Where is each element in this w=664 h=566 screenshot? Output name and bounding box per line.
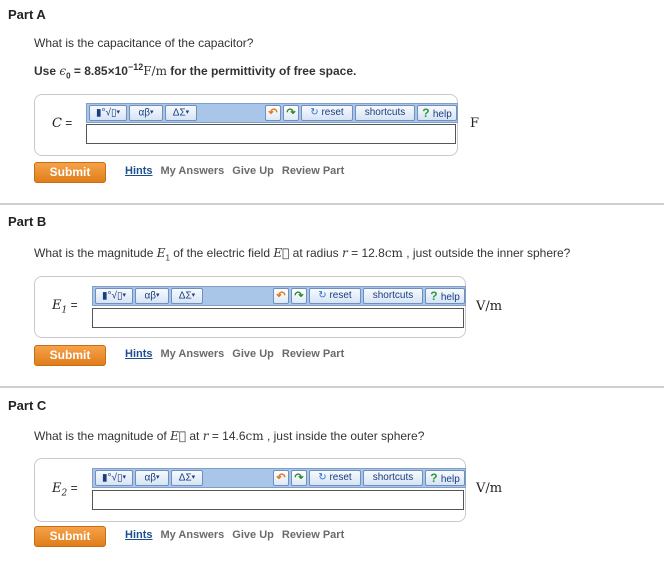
part-c-unit: V/m: [476, 481, 503, 496]
part-c-title: Part C: [8, 398, 47, 413]
part-a-question: What is the capacitance of the capacitor…: [34, 36, 254, 50]
part-c-question: What is the magnitude of E⃗ at r = 14.6c…: [34, 429, 425, 443]
part-b-submit-button[interactable]: Submit: [34, 345, 106, 366]
my-answers-link[interactable]: My Answers: [161, 165, 225, 177]
part-a-unit: F: [470, 116, 480, 131]
shortcuts-button[interactable]: shortcuts: [363, 288, 423, 304]
part-a-equation-toolbar: ▮°√▯▾ αβ▾ ΔΣ▾ ↶ ↷ ↻ reset shortcuts ? he…: [86, 103, 458, 123]
help-button[interactable]: ? help: [425, 288, 465, 304]
part-a-answer-input[interactable]: [86, 124, 456, 144]
templates-button[interactable]: ▮°√▯▾: [95, 470, 133, 486]
part-b-title: Part B: [8, 214, 47, 229]
greek-letters-button[interactable]: αβ▾: [129, 105, 163, 121]
give-up-link[interactable]: Give Up: [232, 348, 274, 360]
part-c-equation-toolbar: ▮°√▯▾ αβ▾ ΔΣ▾ ↶ ↷ ↻ reset shortcuts ? he…: [92, 468, 466, 488]
reset-button[interactable]: ↻ reset: [301, 105, 353, 121]
part-a-links: Hints My Answers Give Up Review Part: [125, 165, 352, 177]
help-icon: ?: [430, 471, 441, 485]
undo-icon[interactable]: ↶: [273, 288, 289, 304]
symbols-button[interactable]: ΔΣ▾: [171, 470, 203, 486]
part-a-title: Part A: [8, 7, 46, 22]
hints-link[interactable]: Hints: [125, 348, 153, 360]
part-a-note: Use ϵ0 = 8.85×10−12F/m for the permittiv…: [34, 62, 357, 81]
give-up-link[interactable]: Give Up: [232, 529, 274, 541]
hints-link[interactable]: Hints: [125, 529, 153, 541]
part-c-submit-button[interactable]: Submit: [34, 526, 106, 547]
shortcuts-button[interactable]: shortcuts: [363, 470, 423, 486]
my-answers-link[interactable]: My Answers: [161, 529, 225, 541]
give-up-link[interactable]: Give Up: [232, 165, 274, 177]
help-icon: ?: [422, 106, 433, 120]
symbols-button[interactable]: ΔΣ▾: [171, 288, 203, 304]
undo-icon[interactable]: ↶: [265, 105, 281, 121]
redo-icon[interactable]: ↷: [291, 288, 307, 304]
review-part-link[interactable]: Review Part: [282, 348, 344, 360]
symbols-button[interactable]: ΔΣ▾: [165, 105, 197, 121]
part-b-variable-label: E1 =: [52, 298, 78, 316]
part-b-unit: V/m: [476, 299, 503, 314]
help-button[interactable]: ? help: [417, 105, 457, 121]
part-b-links: Hints My Answers Give Up Review Part: [125, 348, 352, 360]
redo-icon[interactable]: ↷: [283, 105, 299, 121]
reset-button[interactable]: ↻ reset: [309, 288, 361, 304]
part-c-links: Hints My Answers Give Up Review Part: [125, 529, 352, 541]
help-icon: ?: [430, 289, 441, 303]
my-answers-link[interactable]: My Answers: [161, 348, 225, 360]
part-c-answer-input[interactable]: [92, 490, 464, 510]
shortcuts-button[interactable]: shortcuts: [355, 105, 415, 121]
part-b-answer-input[interactable]: [92, 308, 464, 328]
part-b-equation-toolbar: ▮°√▯▾ αβ▾ ΔΣ▾ ↶ ↷ ↻ reset shortcuts ? he…: [92, 286, 466, 306]
part-c-variable-label: E2 =: [52, 481, 78, 499]
divider: [0, 203, 664, 205]
templates-button[interactable]: ▮°√▯▾: [89, 105, 127, 121]
hints-link[interactable]: Hints: [125, 165, 153, 177]
reset-icon: ↻: [310, 107, 322, 118]
reset-button[interactable]: ↻ reset: [309, 470, 361, 486]
templates-button[interactable]: ▮°√▯▾: [95, 288, 133, 304]
undo-icon[interactable]: ↶: [273, 470, 289, 486]
divider: [0, 386, 664, 388]
help-button[interactable]: ? help: [425, 470, 465, 486]
redo-icon[interactable]: ↷: [291, 470, 307, 486]
review-part-link[interactable]: Review Part: [282, 529, 344, 541]
part-a-submit-button[interactable]: Submit: [34, 162, 106, 183]
review-part-link[interactable]: Review Part: [282, 165, 344, 177]
part-a-variable-label: C =: [52, 116, 73, 131]
reset-icon: ↻: [318, 472, 330, 483]
greek-letters-button[interactable]: αβ▾: [135, 288, 169, 304]
reset-icon: ↻: [318, 290, 330, 301]
part-b-question: What is the magnitude E1 of the electric…: [34, 246, 571, 263]
greek-letters-button[interactable]: αβ▾: [135, 470, 169, 486]
